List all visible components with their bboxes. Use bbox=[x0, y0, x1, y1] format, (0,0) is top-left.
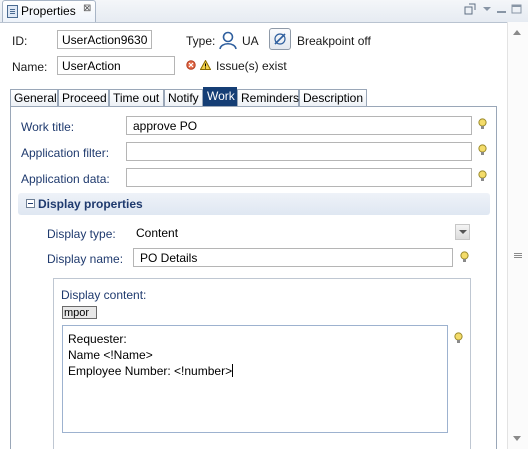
display-type-label: Display type: bbox=[47, 227, 116, 241]
type-value: UA bbox=[242, 34, 259, 48]
properties-view-tab[interactable]: Properties ⊠ bbox=[2, 0, 96, 22]
app-filter-label: Application filter: bbox=[21, 146, 110, 160]
maximize-icon[interactable] bbox=[511, 3, 523, 15]
close-icon[interactable]: ⊠ bbox=[83, 3, 91, 14]
content-line: Name <!Name> bbox=[68, 348, 153, 362]
lightbulb-icon[interactable] bbox=[478, 144, 487, 157]
lightbulb-icon[interactable] bbox=[460, 251, 469, 264]
scroll-grip-icon[interactable] bbox=[514, 253, 522, 254]
pin-icon[interactable] bbox=[464, 3, 476, 15]
view-title: Properties bbox=[21, 4, 76, 18]
content-line: Employee Number: <!number> bbox=[68, 364, 234, 378]
error-icon bbox=[186, 59, 196, 73]
scroll-down-icon[interactable] bbox=[513, 436, 521, 441]
name-label: Name: bbox=[12, 60, 48, 74]
tab-time-out[interactable]: Time out bbox=[109, 89, 164, 106]
scroll-up-icon[interactable] bbox=[513, 30, 521, 35]
app-data-label: Application data: bbox=[21, 172, 110, 186]
display-content-label: Display content: bbox=[61, 288, 147, 302]
chevron-down-icon[interactable] bbox=[455, 224, 470, 240]
display-name-field[interactable]: PO Details bbox=[133, 248, 453, 267]
breakpoint-label: Breakpoint off bbox=[297, 34, 371, 48]
display-content-textarea[interactable]: Requester: Name <!Name> Employee Number:… bbox=[62, 325, 448, 433]
display-properties-section-header[interactable]: Display properties bbox=[18, 193, 490, 215]
work-title-label: Work title: bbox=[21, 120, 75, 134]
name-field[interactable]: UserAction bbox=[57, 56, 175, 75]
view-menu-icon[interactable] bbox=[481, 3, 493, 15]
lightbulb-icon[interactable] bbox=[454, 332, 463, 345]
tab-description[interactable]: Description bbox=[299, 89, 367, 106]
lightbulb-icon[interactable] bbox=[478, 170, 487, 183]
id-label: ID: bbox=[12, 34, 28, 48]
collapse-icon[interactable] bbox=[26, 199, 35, 208]
tab-work[interactable]: Work bbox=[203, 87, 237, 106]
text-caret bbox=[232, 364, 234, 377]
content-line: Requester: bbox=[68, 332, 127, 346]
id-field[interactable]: UserAction9630 bbox=[57, 30, 152, 49]
work-title-field[interactable]: approve PO bbox=[126, 116, 472, 135]
breakpoint-icon bbox=[274, 33, 286, 45]
minimize-icon[interactable] bbox=[496, 3, 508, 15]
tab-reminders[interactable]: Reminders bbox=[237, 89, 299, 106]
user-icon bbox=[218, 30, 238, 50]
tab-proceed[interactable]: Proceed bbox=[58, 89, 109, 106]
view-titlebar: Properties ⊠ bbox=[0, 0, 528, 23]
tab-notify[interactable]: Notify bbox=[164, 89, 203, 106]
lightbulb-icon[interactable] bbox=[478, 118, 487, 131]
warning-icon bbox=[199, 59, 212, 73]
vertical-scrollbar[interactable] bbox=[507, 22, 528, 449]
breakpoint-button[interactable] bbox=[269, 28, 291, 50]
display-name-label: Display name: bbox=[47, 252, 124, 266]
display-type-value: Content bbox=[136, 226, 179, 240]
insert-tag-chip[interactable]: mpor bbox=[62, 306, 97, 319]
app-data-field[interactable] bbox=[126, 168, 472, 187]
issues-text: Issue(s) exist bbox=[216, 59, 287, 73]
type-label: Type: bbox=[186, 34, 216, 48]
section-title: Display properties bbox=[38, 197, 143, 211]
app-filter-field[interactable] bbox=[126, 142, 472, 161]
tab-general[interactable]: General bbox=[10, 89, 58, 106]
properties-icon bbox=[7, 5, 18, 18]
display-type-dropdown[interactable]: Content bbox=[130, 223, 471, 242]
